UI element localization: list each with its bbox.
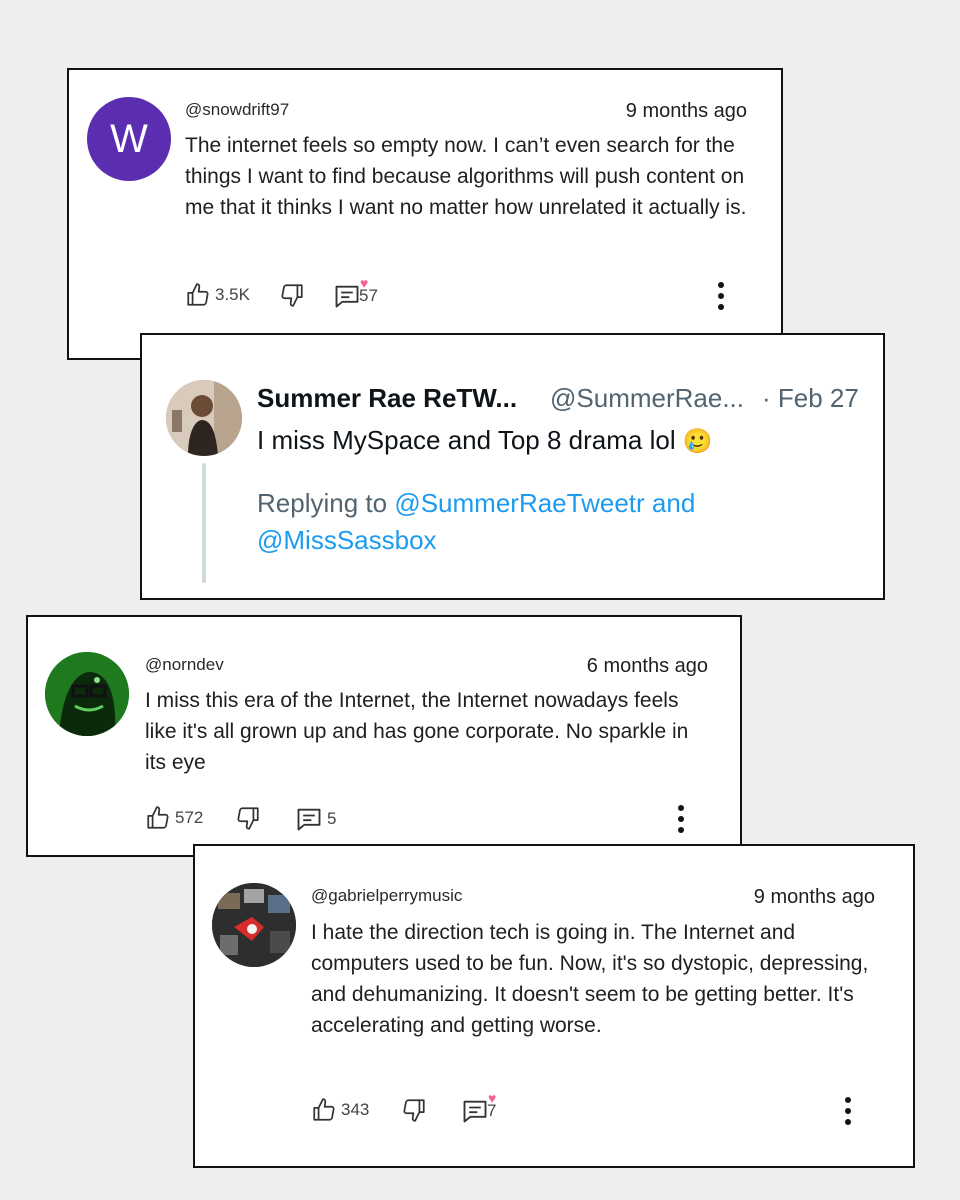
reply-button[interactable]: 57 ♥: [333, 276, 378, 310]
like-button[interactable]: 572: [145, 805, 203, 831]
tweet-text-row: I miss MySpace and Top 8 drama lol 🥲: [257, 425, 713, 456]
comment-handle[interactable]: @gabrielperrymusic: [311, 886, 462, 906]
reply-button[interactable]: 7 ♥: [461, 1091, 496, 1125]
heart-icon: ♥: [360, 275, 369, 291]
like-count: 343: [341, 1100, 370, 1119]
like-count: 572: [175, 808, 204, 827]
tweet-author-name[interactable]: Summer Rae ReTW...: [257, 383, 517, 414]
more-vert-icon[interactable]: [678, 805, 684, 833]
more-vert-icon[interactable]: [845, 1097, 851, 1125]
tweet-date[interactable]: · Feb 27: [762, 383, 859, 414]
avatar[interactable]: W: [87, 97, 171, 181]
tweet-text: I miss MySpace and Top 8 drama lol: [257, 425, 676, 455]
comment-card-2: @norndev 6 months ago I miss this era of…: [26, 615, 742, 857]
reply-mention-link[interactable]: @MissSassbox: [257, 525, 437, 555]
replying-to: Replying to @SummerRaeTweetr and @MissSa…: [257, 485, 817, 559]
avatar[interactable]: [45, 652, 129, 736]
dislike-button[interactable]: [401, 1097, 427, 1123]
avatar-collage-icon: [212, 883, 296, 967]
thumbs-down-icon: [403, 1099, 425, 1122]
heart-icon: ♥: [488, 1090, 497, 1106]
comment-text: The internet feels so empty now. I can’t…: [185, 134, 747, 219]
avatar-letter: W: [110, 116, 148, 161]
reply-and-text: and: [651, 488, 696, 518]
emoji-icon: 🥲: [682, 428, 713, 455]
comment-actions: 572 5: [145, 805, 725, 833]
dislike-button[interactable]: [279, 282, 305, 308]
thumbs-down-icon: [281, 284, 303, 307]
comment-handle[interactable]: @snowdrift97: [185, 100, 289, 120]
tweet-card: Summer Rae ReTW... @SummerRae... · Feb 2…: [140, 333, 885, 600]
thumbs-up-icon: [187, 283, 209, 306]
comment-text: I miss this era of the Internet, the Int…: [145, 689, 689, 774]
comment-actions: 343 7 ♥: [311, 1091, 891, 1125]
replying-to-label: Replying to: [257, 488, 388, 518]
dislike-button[interactable]: [235, 805, 261, 831]
comment-handle[interactable]: @norndev: [145, 655, 224, 675]
comment-text: I hate the direction tech is going in. T…: [311, 921, 869, 1037]
comment-time[interactable]: 9 months ago: [626, 100, 747, 123]
like-count: 3.5K: [215, 285, 250, 304]
thread-line: [202, 463, 206, 583]
avatar[interactable]: [212, 883, 296, 967]
avatar[interactable]: [166, 380, 242, 456]
reply-mention-link[interactable]: @SummerRaeTweetr: [394, 488, 644, 518]
avatar-photo-icon: [166, 380, 242, 456]
more-vert-icon[interactable]: [718, 282, 724, 310]
reply-icon: [463, 1100, 487, 1123]
comment-card-3: @gabrielperrymusic 9 months ago I hate t…: [193, 844, 915, 1168]
thumbs-up-icon: [313, 1098, 335, 1121]
reply-icon: [335, 285, 359, 308]
tweet-author-handle[interactable]: @SummerRae...: [550, 383, 744, 414]
reply-icon: [297, 808, 321, 831]
comment-time[interactable]: 6 months ago: [587, 655, 708, 678]
thumbs-up-icon: [147, 806, 169, 829]
reply-count: 5: [327, 809, 337, 828]
comment-time[interactable]: 9 months ago: [754, 886, 875, 909]
comment-actions: 3.5K 57 ♥: [185, 276, 765, 310]
like-button[interactable]: 343: [311, 1097, 369, 1123]
reply-button[interactable]: 5: [295, 805, 336, 833]
thumbs-down-icon: [237, 807, 259, 830]
like-button[interactable]: 3.5K: [185, 282, 250, 308]
avatar-portrait-icon: [45, 652, 129, 736]
comment-card-1: W @snowdrift97 9 months ago The internet…: [67, 68, 783, 360]
